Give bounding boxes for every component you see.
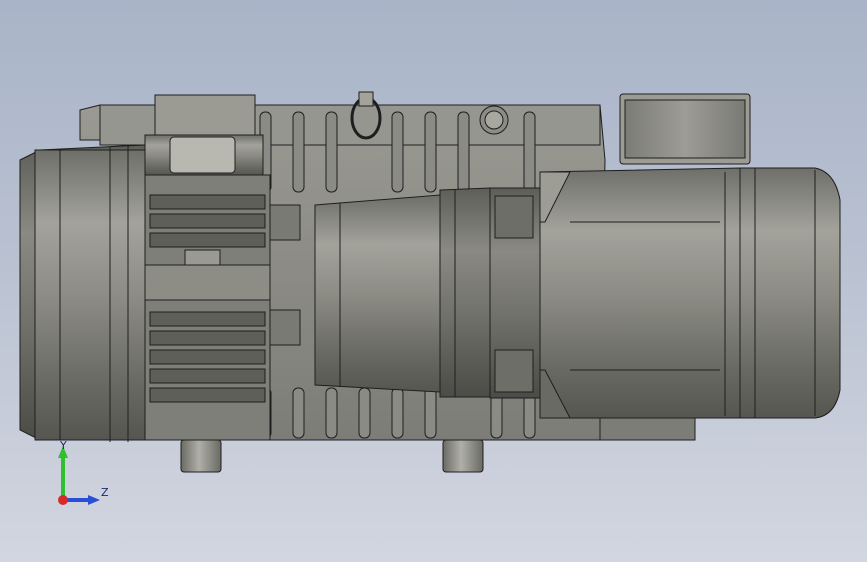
exhaust-filter-cover [19, 144, 146, 442]
motor-body [539, 167, 841, 419]
axis-triad: Y Z [50, 438, 120, 518]
z-axis-arrowhead [88, 495, 100, 505]
motor-flange [489, 187, 541, 399]
z-axis-label: Z [101, 486, 109, 499]
terminal-box [619, 93, 751, 165]
pump-3d-model[interactable] [0, 0, 867, 562]
x-axis-origin [58, 495, 68, 505]
y-axis-label: Y [60, 439, 67, 452]
coupling-housing [314, 187, 491, 398]
cad-viewport[interactable]: Y Z [0, 0, 867, 562]
